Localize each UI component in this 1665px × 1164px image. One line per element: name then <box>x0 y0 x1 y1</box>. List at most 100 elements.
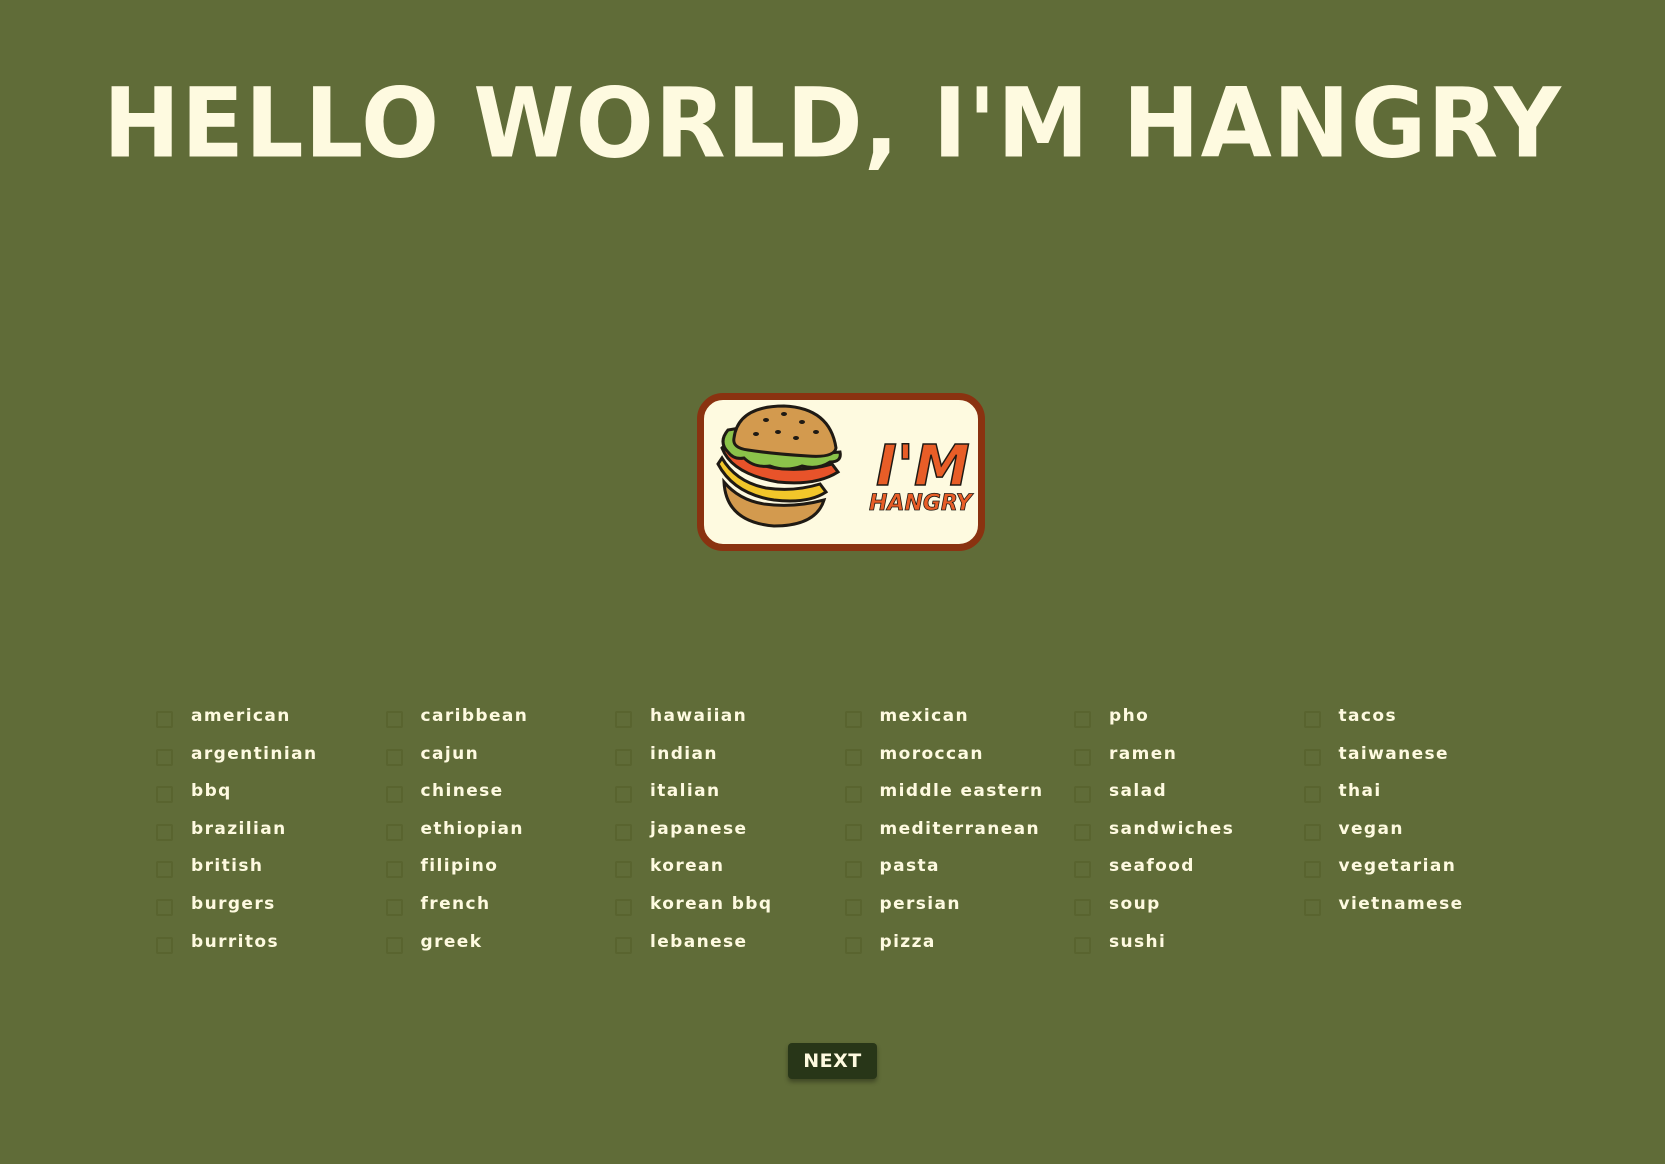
page-title: HELLO WORLD, I'M HANGRY <box>103 67 1562 180</box>
cuisine-checkbox[interactable] <box>615 823 632 841</box>
cuisine-option[interactable]: Indian <box>614 742 844 780</box>
cuisine-checkbox[interactable] <box>1074 823 1091 841</box>
cuisine-checkbox[interactable] <box>844 786 862 804</box>
cuisine-checkbox[interactable] <box>844 861 862 879</box>
cuisine-checkbox-grid: American Argentinian BBQ Brazilian British Bu… <box>155 704 1535 967</box>
cuisine-option[interactable]: French <box>385 892 615 930</box>
cuisine-checkbox[interactable] <box>615 898 632 916</box>
logo-text-im: I'M <box>876 434 970 499</box>
next-button[interactable]: NEXT <box>788 1043 877 1079</box>
cuisine-option[interactable]: Persian <box>844 892 1074 930</box>
cuisine-checkbox[interactable] <box>1074 861 1091 879</box>
cuisine-option[interactable]: Moroccan <box>844 742 1074 780</box>
cuisine-option[interactable]: Argentinian <box>155 742 385 780</box>
cuisine-option[interactable]: Pasta <box>844 854 1074 892</box>
cuisine-option[interactable]: Chinese <box>385 779 615 817</box>
cuisine-label: Vegetarian <box>1338 856 1457 877</box>
cuisine-option[interactable]: American <box>155 704 385 742</box>
cuisine-checkbox[interactable] <box>385 748 403 766</box>
cuisine-checkbox[interactable] <box>1303 861 1321 879</box>
cuisine-option[interactable]: Mediterranean <box>844 817 1074 855</box>
cuisine-checkbox[interactable] <box>1074 936 1091 954</box>
cuisine-label: Thai <box>1338 781 1382 802</box>
cuisine-checkbox[interactable] <box>1074 748 1091 766</box>
cuisine-checkbox[interactable] <box>615 711 632 728</box>
cuisine-checkbox[interactable] <box>1303 711 1321 728</box>
cuisine-option[interactable]: Brazilian <box>155 817 385 855</box>
cuisine-checkbox[interactable] <box>385 936 403 954</box>
cuisine-option[interactable]: Thai <box>1303 779 1533 817</box>
cuisine-option[interactable]: Burgers <box>155 892 385 930</box>
cuisine-option[interactable]: BBQ <box>155 779 385 817</box>
cuisine-option[interactable]: Burritos <box>155 930 385 968</box>
cuisine-option[interactable]: Vietnamese <box>1303 892 1533 930</box>
cuisine-option[interactable]: Sushi <box>1073 930 1303 968</box>
cuisine-label: Pizza <box>879 931 936 952</box>
cuisine-label: Hawaiian <box>650 706 748 726</box>
burger-logo-art: I'M HANGRY <box>716 404 974 528</box>
cuisine-checkbox[interactable] <box>385 711 403 728</box>
cuisine-checkbox[interactable] <box>385 898 403 916</box>
cuisine-option[interactable]: Filipino <box>385 854 615 892</box>
cuisine-checkbox[interactable] <box>156 786 173 804</box>
cuisine-checkbox[interactable] <box>1303 748 1321 766</box>
cuisine-checkbox[interactable] <box>615 936 632 954</box>
cuisine-option[interactable]: Lebanese <box>614 930 844 968</box>
cuisine-option[interactable]: Korean <box>614 854 844 892</box>
cuisine-option[interactable]: Pizza <box>844 930 1074 968</box>
cuisine-checkbox[interactable] <box>156 861 173 879</box>
cuisine-checkbox[interactable] <box>156 748 173 766</box>
cuisine-checkbox[interactable] <box>844 823 862 841</box>
cuisine-checkbox[interactable] <box>1303 823 1321 841</box>
cuisine-option[interactable]: Pho <box>1073 704 1303 742</box>
cuisine-option[interactable]: Hawaiian <box>614 704 844 742</box>
cuisine-checkbox[interactable] <box>1074 786 1091 804</box>
cuisine-checkbox[interactable] <box>844 711 862 728</box>
cuisine-label: Sushi <box>1109 931 1167 952</box>
cuisine-checkbox[interactable] <box>1303 786 1321 804</box>
cuisine-label: Vietnamese <box>1338 893 1464 914</box>
cuisine-label: Pho <box>1109 706 1150 726</box>
cuisine-checkbox[interactable] <box>1074 711 1091 728</box>
cuisine-checkbox[interactable] <box>385 861 403 879</box>
cuisine-checkbox[interactable] <box>615 861 632 879</box>
cuisine-option[interactable]: Soup <box>1073 892 1303 930</box>
cuisine-checkbox[interactable] <box>156 711 173 728</box>
cuisine-checkbox[interactable] <box>615 786 632 804</box>
cuisine-checkbox[interactable] <box>615 748 632 766</box>
cuisine-option[interactable]: Seafood <box>1073 854 1303 892</box>
cuisine-checkbox[interactable] <box>844 936 862 954</box>
cuisine-option[interactable]: British <box>155 854 385 892</box>
cuisine-checkbox[interactable] <box>156 898 173 916</box>
cuisine-option[interactable]: Vegetarian <box>1303 854 1533 892</box>
cuisine-option[interactable]: Mexican <box>844 704 1074 742</box>
cuisine-checkbox[interactable] <box>844 748 862 766</box>
cuisine-option[interactable]: Salad <box>1073 779 1303 817</box>
cuisine-checkbox[interactable] <box>156 936 173 954</box>
cuisine-option[interactable]: Caribbean <box>385 704 615 742</box>
cuisine-option[interactable]: Middle Eastern <box>844 779 1074 817</box>
cuisine-checkbox[interactable] <box>385 786 403 804</box>
cuisine-option[interactable]: Japanese <box>614 817 844 855</box>
cuisine-label: French <box>420 893 491 914</box>
cuisine-checkbox[interactable] <box>156 823 173 841</box>
cuisine-checkbox[interactable] <box>844 898 862 916</box>
cuisine-option[interactable]: Taiwanese <box>1303 742 1533 780</box>
cuisine-option[interactable]: Ramen <box>1073 742 1303 780</box>
cuisine-option[interactable]: Greek <box>385 930 615 968</box>
cuisine-option[interactable]: Korean BBQ <box>614 892 844 930</box>
cuisine-label: Korean <box>650 856 725 877</box>
cuisine-option[interactable]: Vegan <box>1303 817 1533 855</box>
cuisine-label: Salad <box>1109 781 1168 802</box>
cuisine-checkbox[interactable] <box>385 823 403 841</box>
cuisine-label: Burritos <box>191 931 279 952</box>
cuisine-option[interactable]: Ethiopian <box>385 817 615 855</box>
cuisine-label: Tacos <box>1338 706 1397 726</box>
cuisine-label: Indian <box>650 743 718 764</box>
cuisine-checkbox[interactable] <box>1074 898 1091 916</box>
cuisine-option[interactable]: Italian <box>614 779 844 817</box>
cuisine-option[interactable]: Tacos <box>1303 704 1533 742</box>
cuisine-checkbox[interactable] <box>1303 898 1321 916</box>
cuisine-option[interactable]: Cajun <box>385 742 615 780</box>
cuisine-option[interactable]: Sandwiches <box>1073 817 1303 855</box>
